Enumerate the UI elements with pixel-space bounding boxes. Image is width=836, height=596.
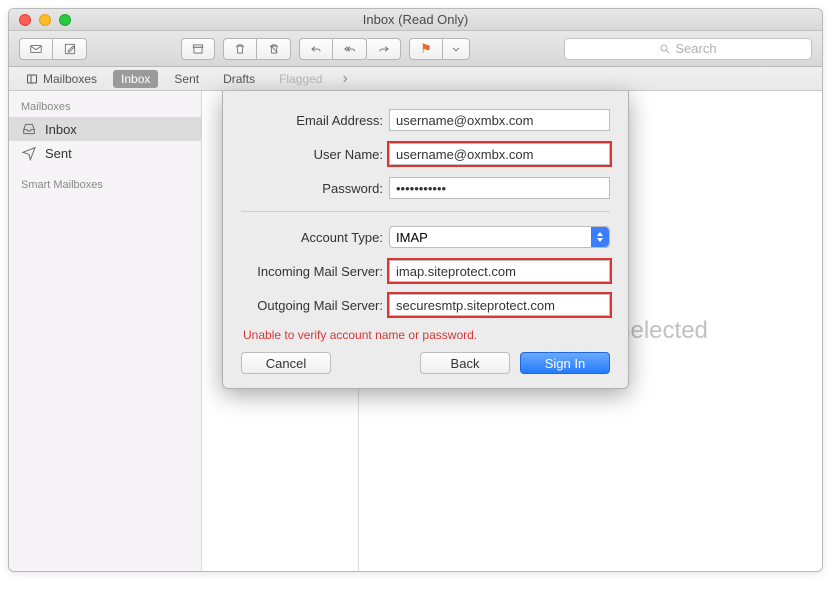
divider [241, 211, 610, 212]
label-incoming: Incoming Mail Server: [241, 264, 389, 279]
window-title: Inbox (Read Only) [9, 12, 822, 27]
search-icon [659, 43, 671, 55]
inbox-icon [21, 121, 37, 137]
sidebar-icon [25, 73, 39, 85]
sidebar-item-label: Sent [45, 146, 72, 161]
search-placeholder: Search [675, 41, 716, 56]
select-stepper-icon [591, 227, 609, 247]
paper-plane-icon [21, 145, 37, 161]
archive-button[interactable] [181, 38, 215, 60]
archive-icon [191, 42, 205, 56]
sidebar-item-sent[interactable]: Sent [9, 141, 201, 165]
label-outgoing: Outgoing Mail Server: [241, 298, 389, 313]
chevron-down-icon [449, 42, 463, 56]
label-account-type: Account Type: [241, 230, 389, 245]
error-message: Unable to verify account name or passwor… [243, 328, 610, 342]
titlebar: Inbox (Read Only) [9, 9, 822, 31]
get-mail-button[interactable] [19, 38, 53, 60]
label-email: Email Address: [241, 113, 389, 128]
flag-button[interactable]: ⚑ [409, 38, 443, 60]
envelope-icon [29, 42, 43, 56]
account-type-value: IMAP [396, 230, 428, 245]
tab-drafts[interactable]: Drafts [215, 70, 263, 88]
mail-window: Inbox (Read Only) [8, 8, 823, 572]
junk-button[interactable] [257, 38, 291, 60]
tabbar-overflow[interactable] [338, 70, 347, 88]
sidebar-item-label: Inbox [45, 122, 77, 137]
username-field[interactable] [389, 143, 610, 165]
flag-menu-button[interactable] [443, 38, 470, 60]
cancel-button[interactable]: Cancel [241, 352, 331, 374]
search-input[interactable]: Search [564, 38, 812, 60]
account-type-select[interactable]: IMAP [389, 226, 610, 248]
compose-icon [63, 42, 77, 56]
toolbar: ⚑ Search [9, 31, 822, 67]
flag-icon: ⚑ [420, 41, 432, 57]
account-setup-sheet: Email Address: User Name: Password: Acco… [222, 91, 629, 389]
forward-button[interactable] [367, 38, 401, 60]
tab-inbox[interactable]: Inbox [113, 70, 158, 88]
password-field[interactable] [389, 177, 610, 199]
mailboxes-label: Mailboxes [43, 72, 97, 86]
sidebar: Mailboxes Inbox Sent Smart Mailboxes [9, 91, 202, 571]
reply-button[interactable] [299, 38, 333, 60]
favorites-bar: Mailboxes Inbox Sent Drafts Flagged [9, 67, 822, 91]
sign-in-button[interactable]: Sign In [520, 352, 610, 374]
back-button[interactable]: Back [420, 352, 510, 374]
trash-icon [233, 42, 247, 56]
sidebar-header-smart: Smart Mailboxes [9, 175, 201, 195]
outgoing-server-field[interactable] [389, 294, 610, 316]
sidebar-item-inbox[interactable]: Inbox [9, 117, 201, 141]
compose-button[interactable] [53, 38, 87, 60]
reply-all-button[interactable] [333, 38, 367, 60]
delete-button[interactable] [223, 38, 257, 60]
sidebar-header-mailboxes: Mailboxes [9, 97, 201, 117]
mailboxes-toggle[interactable]: Mailboxes [17, 70, 105, 88]
incoming-server-field[interactable] [389, 260, 610, 282]
reply-all-icon [343, 42, 357, 56]
reply-icon [309, 42, 323, 56]
label-user: User Name: [241, 147, 389, 162]
tab-sent[interactable]: Sent [166, 70, 207, 88]
forward-icon [377, 42, 391, 56]
email-field[interactable] [389, 109, 610, 131]
tab-flagged[interactable]: Flagged [271, 70, 330, 88]
junk-icon [267, 42, 281, 56]
label-password: Password: [241, 181, 389, 196]
